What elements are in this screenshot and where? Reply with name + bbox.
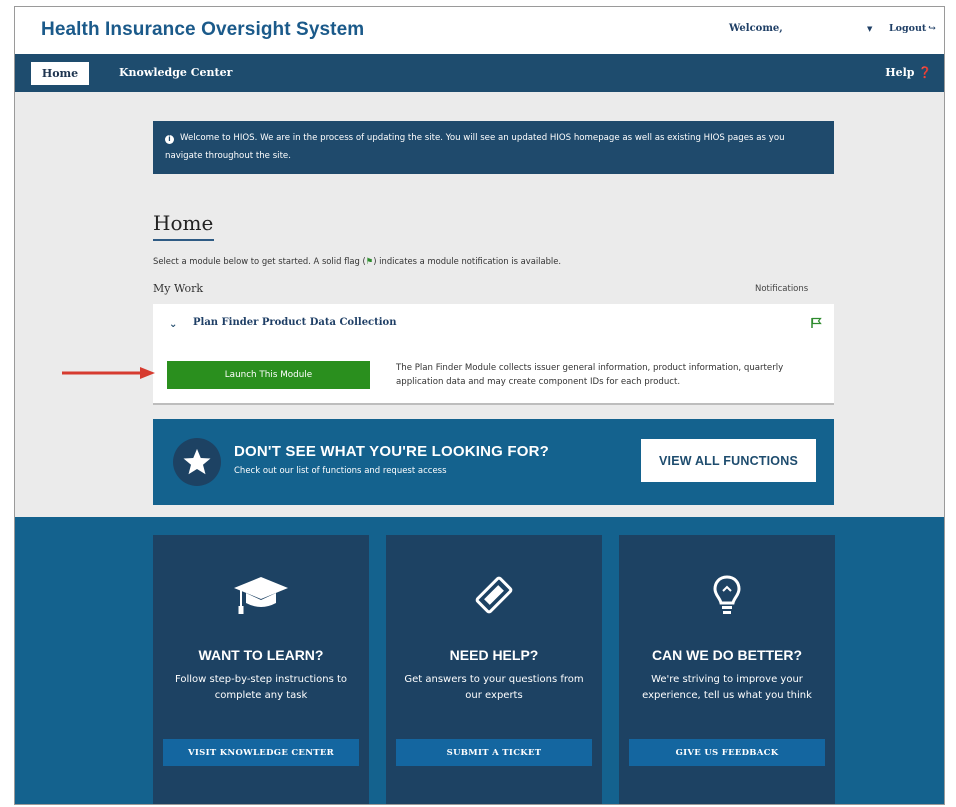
nav-help-label: Help [885, 66, 915, 79]
annotation-arrow-icon [62, 367, 155, 379]
welcome-alert: i Welcome to HIOS. We are in the process … [153, 121, 834, 174]
nav-help[interactable]: Help ❓ [885, 66, 932, 79]
browser-viewport: Health Insurance Oversight System Welcom… [14, 6, 945, 805]
learn-card: WANT TO LEARN? Follow step-by-step instr… [153, 535, 369, 804]
graduation-cap-icon [231, 573, 291, 617]
feedback-card-title: CAN WE DO BETTER? [651, 647, 803, 663]
intro-text-before: Select a module below to get started. A … [153, 256, 366, 266]
submit-ticket-button[interactable]: SUBMIT A TICKET [396, 739, 592, 766]
learn-card-title: WANT TO LEARN? [198, 647, 324, 663]
feedback-card: CAN WE DO BETTER? We're striving to impr… [619, 535, 835, 804]
help-circle-icon: ❓ [918, 66, 932, 79]
give-feedback-button[interactable]: GIVE US FEEDBACK [629, 739, 825, 766]
welcome-text: Welcome, [729, 23, 783, 34]
view-all-functions-button[interactable]: VIEW ALL FUNCTIONS [641, 439, 816, 482]
logout-icon: ↪ [928, 24, 936, 34]
launch-module-button[interactable]: Launch This Module [167, 361, 370, 389]
functions-banner: DON'T SEE WHAT YOU'RE LOOKING FOR? Check… [153, 419, 834, 505]
logout-link[interactable]: Logout ↪ [889, 23, 936, 34]
help-card-title: NEED HELP? [449, 647, 539, 663]
title-underline [153, 239, 214, 241]
help-card-text: Get answers to your questions from our e… [404, 674, 584, 701]
chevron-down-icon[interactable]: ⌄ [169, 319, 177, 330]
banner-subtitle: Check out our list of functions and requ… [234, 466, 447, 476]
intro-text-after: ) indicates a module notification is ava… [373, 256, 562, 266]
notification-flag-icon[interactable] [810, 317, 822, 329]
info-icon: i [165, 135, 174, 144]
my-work-heading: My Work [153, 282, 204, 295]
logout-label: Logout [889, 23, 927, 34]
module-card: ⌄ Plan Finder Product Data Collection La… [153, 304, 834, 405]
star-icon [173, 438, 221, 486]
nav-home-tab[interactable]: Home [31, 62, 89, 85]
main-nav: Home Knowledge Center Help ❓ [15, 54, 944, 92]
page-title: Home [153, 211, 214, 235]
help-card: NEED HELP? Get answers to your questions… [386, 535, 602, 804]
module-description: The Plan Finder Module collects issuer g… [396, 363, 784, 387]
lightbulb-icon [697, 573, 757, 617]
intro-text: Select a module below to get started. A … [153, 256, 561, 266]
nav-knowledge-center[interactable]: Knowledge Center [119, 66, 232, 79]
user-menu-caret-icon[interactable]: ▼ [867, 25, 872, 33]
ticket-icon [464, 573, 524, 617]
notifications-label: Notifications [755, 284, 809, 294]
visit-knowledge-center-button[interactable]: VISIT KNOWLEDGE CENTER [163, 739, 359, 766]
site-title[interactable]: Health Insurance Oversight System [41, 19, 364, 41]
module-name[interactable]: Plan Finder Product Data Collection [193, 317, 397, 328]
learn-card-text: Follow step-by-step instructions to comp… [174, 674, 348, 701]
site-header: Health Insurance Oversight System Welcom… [15, 7, 944, 54]
feedback-card-text: We're striving to improve your experienc… [642, 674, 812, 701]
support-section: WANT TO LEARN? Follow step-by-step instr… [15, 517, 944, 804]
banner-title: DON'T SEE WHAT YOU'RE LOOKING FOR? [234, 443, 550, 460]
alert-text: Welcome to HIOS. We are in the process o… [165, 133, 785, 161]
